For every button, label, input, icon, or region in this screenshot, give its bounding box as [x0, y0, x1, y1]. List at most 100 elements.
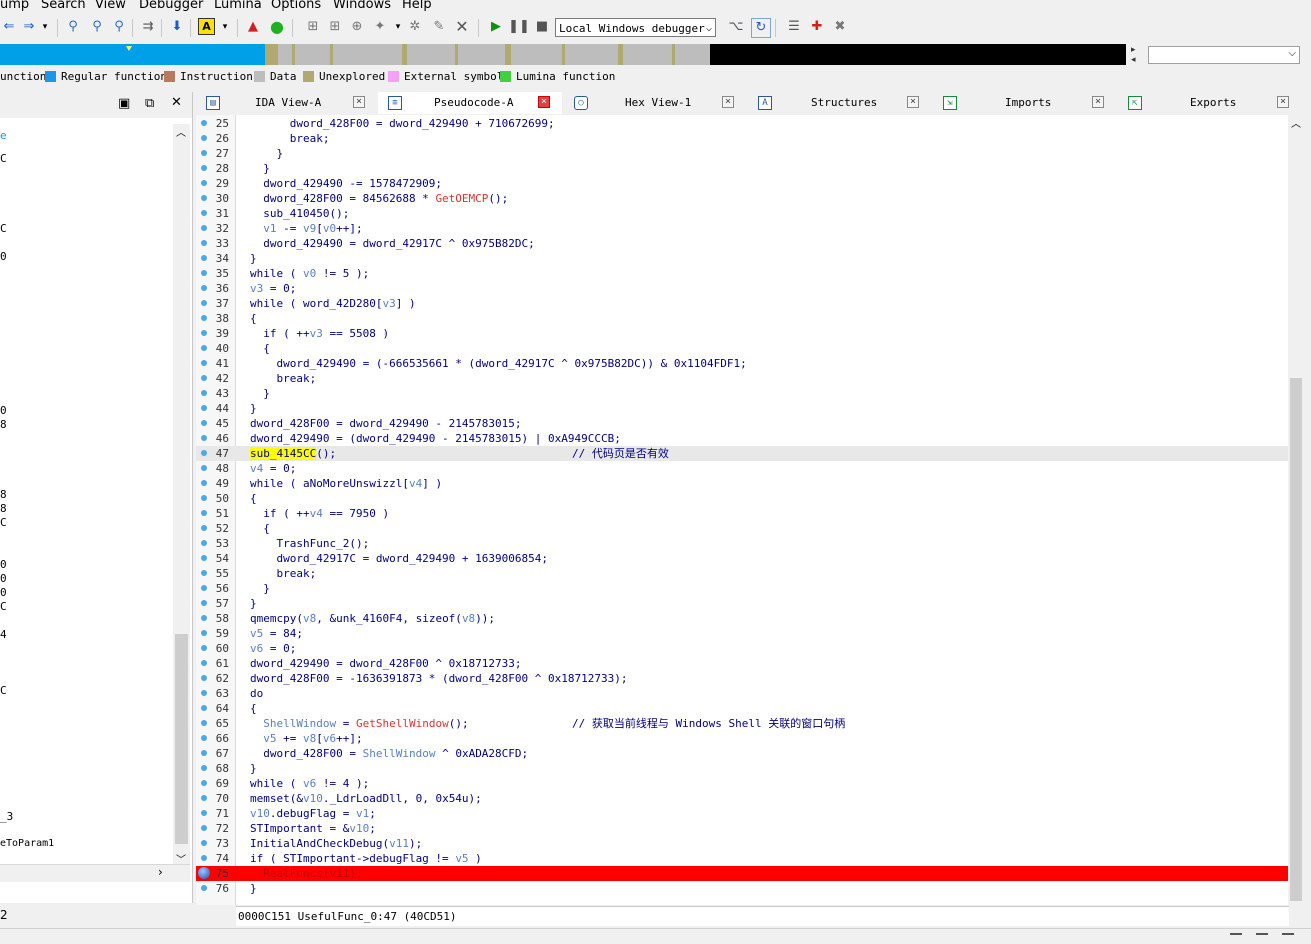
code-line[interactable]: 42 break; [196, 371, 1288, 386]
code-line[interactable]: 59 v5 = 84; [196, 626, 1288, 641]
code-line[interactable]: 31 sub_410450(); [196, 206, 1288, 221]
line-marker-icon[interactable] [201, 120, 207, 126]
code-line[interactable]: 71 v10.debugFlag = v1; [196, 806, 1288, 821]
scroll-thumb[interactable] [175, 634, 188, 844]
code-line[interactable]: 67 dword_428F00 = ShellWindow ^ 0xADA28C… [196, 746, 1288, 761]
vertical-scrollbar[interactable]: ︿ ﹀ [173, 124, 190, 866]
menu-view[interactable]: View [95, 0, 126, 12]
code-line[interactable]: 62 dword_428F00 = -1636391873 * (dword_42… [196, 671, 1288, 686]
graph-icon[interactable]: ▲ [244, 18, 262, 36]
step-icon[interactable]: ↻ [751, 18, 771, 38]
nav-right-arrow-icon[interactable]: ◂ [1131, 55, 1136, 65]
attach-icon[interactable]: ⌥ [727, 18, 745, 36]
line-marker-icon[interactable] [201, 690, 207, 696]
code-line[interactable]: 45 dword_428F00 = dword_429490 - 21457830… [196, 416, 1288, 431]
line-marker-icon[interactable] [201, 630, 207, 636]
menu-options[interactable]: Options [271, 0, 321, 12]
code-line[interactable]: 43 } [196, 386, 1288, 401]
code-line[interactable]: 63 do [196, 686, 1288, 701]
line-marker-icon[interactable] [201, 150, 207, 156]
code-line[interactable]: 76} [196, 881, 1288, 896]
pause-icon[interactable]: ❚❚ [508, 18, 530, 36]
scroll-thumb[interactable] [1290, 378, 1302, 901]
run-icon[interactable]: ▶ [487, 18, 505, 36]
line-marker-icon[interactable] [201, 390, 207, 396]
code-line[interactable]: 53 TrashFunc_2(); [196, 536, 1288, 551]
close-icon[interactable]: × [722, 96, 734, 108]
string-icon[interactable]: ⊕ [348, 18, 366, 36]
line-marker-icon[interactable] [201, 645, 207, 651]
code-line[interactable]: 39 if ( ++v3 == 5508 ) [196, 326, 1288, 341]
code-line[interactable]: 52 { [196, 521, 1288, 536]
line-marker-icon[interactable] [201, 720, 207, 726]
horizontal-scrollbar[interactable]: › [0, 864, 190, 882]
nav-select[interactable]: ⌵ [1148, 46, 1300, 64]
code-line[interactable]: 61 dword_429490 = dword_428F00 ^ 0x187127… [196, 656, 1288, 671]
code-line[interactable]: 51 if ( ++v4 == 7950 ) [196, 506, 1288, 521]
code-line[interactable]: 75 RealFuncs(v11); [196, 866, 1288, 881]
code-line[interactable]: 57} [196, 596, 1288, 611]
menu-debugger[interactable]: Debugger [139, 0, 203, 12]
close-icon[interactable]: × [353, 96, 365, 108]
code-line[interactable]: 68} [196, 761, 1288, 776]
tab-exports[interactable]: ⇱ Exports × [1118, 92, 1302, 114]
code-line[interactable]: 72 STImportant = &v10; [196, 821, 1288, 836]
code-line[interactable]: 37 while ( word_42D280[v3] ) [196, 296, 1288, 311]
list-item[interactable]: C [0, 600, 7, 613]
list-item[interactable]: C [0, 516, 7, 529]
list-item[interactable]: C [0, 152, 7, 165]
binary-search-icon[interactable]: ⚲ [64, 18, 82, 36]
menu-search[interactable]: Search [41, 0, 86, 12]
menu-dump[interactable]: ump [0, 0, 29, 12]
list-item[interactable]: 4 [0, 628, 7, 641]
code-line[interactable]: 41 dword_429490 = (-666535661 * (dword_4… [196, 356, 1288, 371]
array-icon[interactable]: ✦ [371, 18, 389, 36]
line-marker-icon[interactable] [201, 285, 207, 291]
code-line[interactable]: 28 } [196, 161, 1288, 176]
scroll-up-icon[interactable]: ︿ [1291, 115, 1301, 130]
line-marker-icon[interactable] [201, 675, 207, 681]
close-icon[interactable]: × [1092, 96, 1104, 108]
code-line[interactable]: 69 while ( v6 != 4 ); [196, 776, 1288, 791]
line-marker-icon[interactable] [201, 240, 207, 246]
code-line[interactable]: 65 ShellWindow = GetShellWindow(); // 获取当… [196, 716, 1288, 731]
add-breakpoint-icon[interactable]: ✚ [808, 18, 826, 36]
line-marker-icon[interactable] [201, 615, 207, 621]
scroll-right-icon[interactable]: › [158, 865, 163, 879]
jump-icon[interactable]: ⇉ [139, 18, 157, 36]
line-marker-icon[interactable] [201, 315, 207, 321]
line-marker-icon[interactable] [201, 330, 207, 336]
list-item[interactable]: 8 [0, 418, 7, 431]
line-marker-icon[interactable] [201, 210, 207, 216]
line-marker-icon[interactable] [201, 225, 207, 231]
line-marker-icon[interactable] [201, 555, 207, 561]
line-marker-icon[interactable] [201, 345, 207, 351]
enum-icon[interactable]: ⊞ [326, 18, 344, 36]
tab-hex-view-1[interactable]: ○ Hex View-1 × [564, 92, 748, 114]
list-item[interactable]: eToParam1 [0, 838, 54, 849]
line-marker-icon[interactable] [201, 765, 207, 771]
code-line[interactable]: 66 v5 += v8[v6++]; [196, 731, 1288, 746]
immediate-search-icon[interactable]: ⚲ [110, 18, 128, 36]
down-arrow-icon[interactable]: ⬇ [168, 18, 186, 36]
line-marker-icon[interactable] [201, 585, 207, 591]
debugger-select[interactable]: Local Windows debugger ⌵ [555, 18, 716, 37]
code-line[interactable]: 38 { [196, 311, 1288, 326]
code-line[interactable]: 56 } [196, 581, 1288, 596]
line-marker-icon[interactable] [201, 165, 207, 171]
line-marker-icon[interactable] [201, 420, 207, 426]
close-icon[interactable]: × [1277, 96, 1289, 108]
list-item[interactable]: 0 [0, 250, 7, 263]
code-line[interactable]: 46 dword_429490 = (dword_429490 - 2145783… [196, 431, 1288, 446]
code-line[interactable]: 55 break; [196, 566, 1288, 581]
line-marker-icon[interactable] [201, 750, 207, 756]
code-line[interactable]: 44} [196, 401, 1288, 416]
line-marker-icon[interactable] [201, 540, 207, 546]
code-line[interactable]: 64 { [196, 701, 1288, 716]
line-marker-icon[interactable] [201, 495, 207, 501]
patch-icon[interactable]: ✲ [406, 18, 424, 36]
list-item[interactable]: 0 [0, 558, 7, 571]
code-line[interactable]: 36 v3 = 0; [196, 281, 1288, 296]
code-line[interactable]: 29 dword_429490 -= 1578472909; [196, 176, 1288, 191]
code-line[interactable]: 35 while ( v0 != 5 ); [196, 266, 1288, 281]
